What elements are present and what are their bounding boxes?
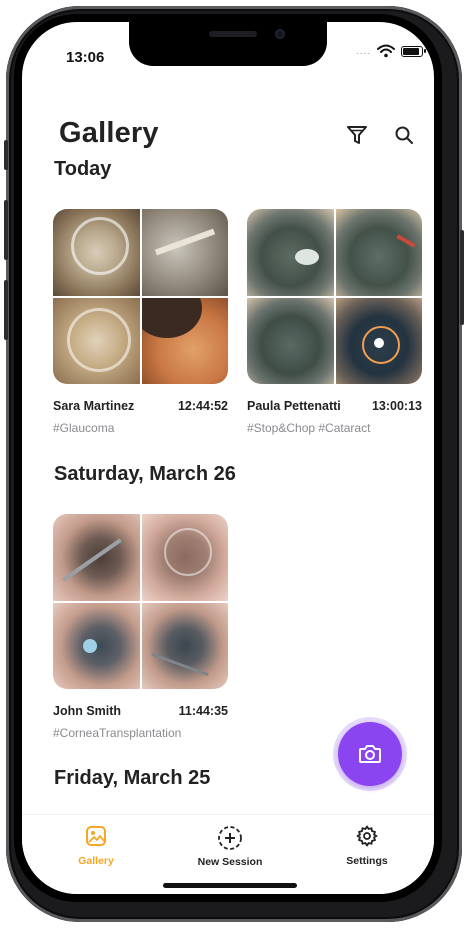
tab-settings[interactable]: Settings (317, 825, 417, 867)
session-time: 12:44:52 (177, 399, 228, 413)
gallery-icon (86, 826, 106, 846)
session-tags: #Glaucoma (53, 421, 115, 435)
new-session-icon (218, 826, 242, 850)
surgery-image (141, 297, 228, 384)
session-card[interactable]: Paula Pettenatti 13:00:13 #Stop&Chop #Ca… (247, 209, 422, 435)
section-title-today: Today (54, 158, 112, 180)
surgery-image (247, 209, 334, 296)
surgeon-name: Paula Pettenatti (247, 399, 341, 413)
session-thumbnail (247, 209, 422, 384)
home-indicator (163, 883, 297, 888)
settings-icon (356, 825, 378, 847)
side-button-volume-down (4, 280, 8, 340)
signal-icon: .... (356, 45, 372, 57)
surgery-image (53, 514, 140, 601)
surgeon-name: John Smith (53, 704, 122, 718)
front-camera (275, 29, 285, 39)
filter-icon[interactable] (344, 122, 370, 148)
session-card[interactable]: Sara Martinez 12:44:52 #Glaucoma (53, 209, 228, 435)
surgery-image (141, 514, 228, 601)
app-screen: 13:06 .... Gallery Today Sara Martinez 1… (22, 22, 434, 894)
tab-label-settings: Settings (346, 855, 388, 867)
side-button-power (460, 230, 464, 325)
camera-button[interactable] (338, 722, 402, 786)
surgery-image (335, 297, 422, 384)
tab-bar: Gallery New Session Settings (22, 814, 434, 894)
session-time: 11:44:35 (178, 704, 228, 718)
surgery-image (53, 602, 140, 689)
side-button-mute (4, 140, 8, 170)
session-tags: #Stop&Chop #Cataract (247, 421, 371, 435)
tab-label-new-session: New Session (197, 856, 263, 868)
wifi-icon (377, 44, 396, 58)
surgery-image (141, 209, 228, 296)
surgery-image (247, 297, 334, 384)
session-thumbnail (53, 209, 228, 384)
speaker (209, 31, 257, 37)
page-title: Gallery (59, 117, 159, 149)
battery-icon (401, 45, 427, 57)
session-thumbnail (53, 514, 228, 689)
tab-gallery[interactable]: Gallery (46, 825, 146, 867)
surgery-image (53, 209, 140, 296)
section-title-saturday: Saturday, March 26 (54, 463, 236, 485)
section-title-friday: Friday, March 25 (54, 767, 211, 789)
session-card[interactable]: John Smith 11:44:35 #CorneaTransplantati… (53, 514, 228, 740)
search-icon[interactable] (391, 122, 417, 148)
status-time: 13:06 (66, 49, 105, 66)
session-tags: #CorneaTransplantation (53, 726, 182, 740)
tab-label-gallery: Gallery (78, 855, 114, 867)
surgery-image (335, 209, 422, 296)
tab-new-session[interactable]: New Session (180, 825, 280, 868)
side-button-volume-up (4, 200, 8, 260)
session-time: 13:00:13 (371, 399, 422, 413)
surgery-image (141, 602, 228, 689)
surgeon-name: Sara Martinez (53, 399, 135, 413)
status-icons: .... (356, 44, 427, 58)
surgery-image (53, 297, 140, 384)
camera-icon (359, 745, 381, 763)
notch (129, 22, 327, 66)
